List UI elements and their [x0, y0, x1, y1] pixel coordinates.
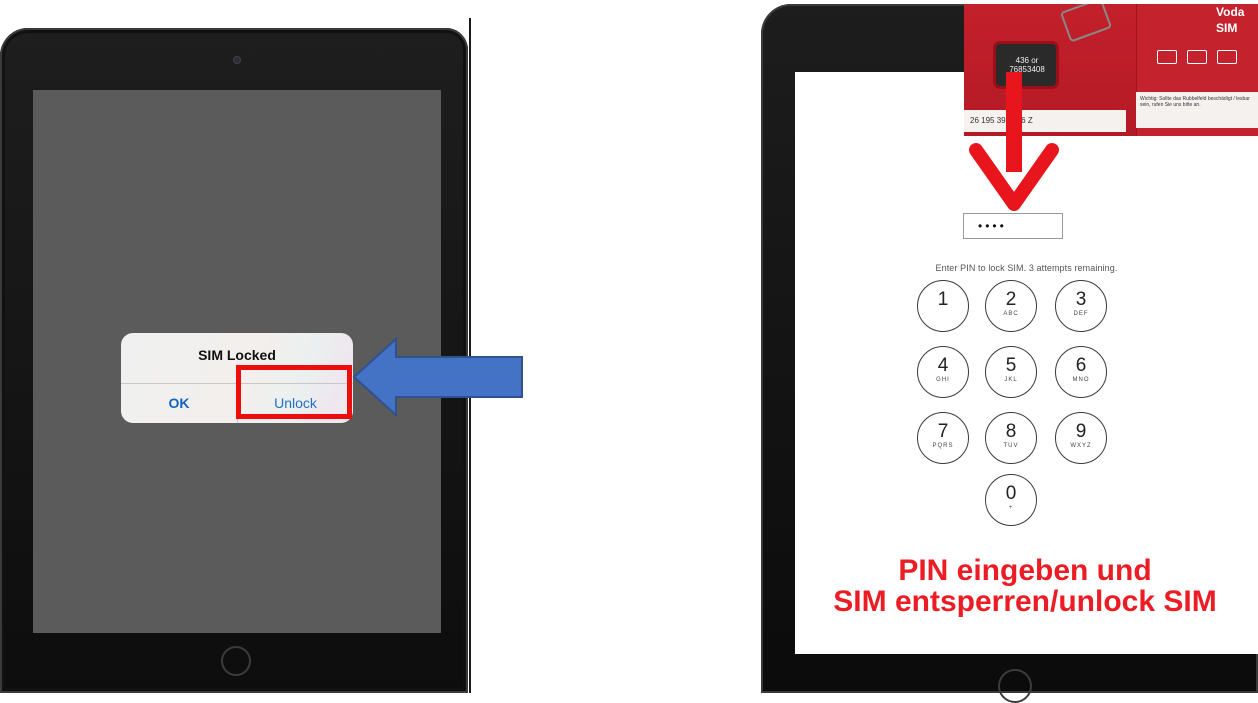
key-digit: 6 [1075, 355, 1087, 376]
key-letters: + [1008, 505, 1014, 511]
keypad-key-5[interactable]: 5 JKL [985, 346, 1037, 398]
blue-arrow-icon [352, 337, 523, 417]
keypad-key-8[interactable]: 8 TUV [985, 412, 1037, 464]
key-digit: 0 [1005, 483, 1017, 504]
key-digit: 8 [1005, 421, 1017, 442]
key-digit: 9 [1075, 421, 1087, 442]
keypad-key-3[interactable]: 3 DEF [1055, 280, 1107, 332]
key-letters: TUV [1003, 443, 1019, 449]
key-letters: MNO [1072, 377, 1090, 383]
key-digit: 5 [1005, 355, 1017, 376]
key-letters: JKL [1004, 377, 1018, 383]
pin-input[interactable]: •••• [963, 213, 1063, 239]
key-digit: 2 [1005, 289, 1017, 310]
key-digit: 4 [937, 355, 949, 376]
sim-slot-icon [1157, 50, 1177, 64]
keypad-key-1[interactable]: 1 [917, 280, 969, 332]
red-arrow-icon [969, 72, 1059, 211]
key-digit: 1 [937, 289, 949, 310]
camera-icon [234, 57, 240, 63]
keypad-key-9[interactable]: 9 WXYZ [1055, 412, 1107, 464]
ok-button[interactable]: OK [121, 384, 237, 423]
keypad-key-7[interactable]: 7 PQRS [917, 412, 969, 464]
alert-title: SIM Locked [198, 347, 276, 363]
key-letters: PQRS [932, 443, 954, 449]
sim-slot-icon [1187, 50, 1207, 64]
key-digit: 3 [1075, 289, 1087, 310]
home-button[interactable] [998, 669, 1032, 703]
home-button[interactable] [221, 646, 251, 676]
key-letters: DEF [1073, 311, 1089, 317]
sim-info-text: Wichtig: Sollte das Rubbelfeld beschädig… [1136, 92, 1258, 128]
keypad-key-2[interactable]: 2 ABC [985, 280, 1037, 332]
key-digit: 7 [937, 421, 949, 442]
key-letters: GHI [936, 377, 950, 383]
keypad-key-0[interactable]: 0 + [985, 474, 1037, 526]
pin-prompt-text: Enter PIN to lock SIM. 3 attempts remain… [935, 263, 1118, 273]
sim-tray-icon [1059, 4, 1113, 43]
sim-brand-text: Voda SIM [1216, 5, 1245, 35]
overlay-line-2: SIM entsperren/unlock SIM [833, 585, 1217, 618]
unlock-highlight-box [236, 365, 352, 419]
keypad-key-6[interactable]: 6 MNO [1055, 346, 1107, 398]
key-letters: WXYZ [1070, 443, 1092, 449]
key-letters: ABC [1003, 311, 1019, 317]
keypad-key-4[interactable]: 4 GHI [917, 346, 969, 398]
sim-slot-icon [1217, 50, 1237, 64]
overlay-line-1: PIN eingeben und [898, 554, 1152, 587]
